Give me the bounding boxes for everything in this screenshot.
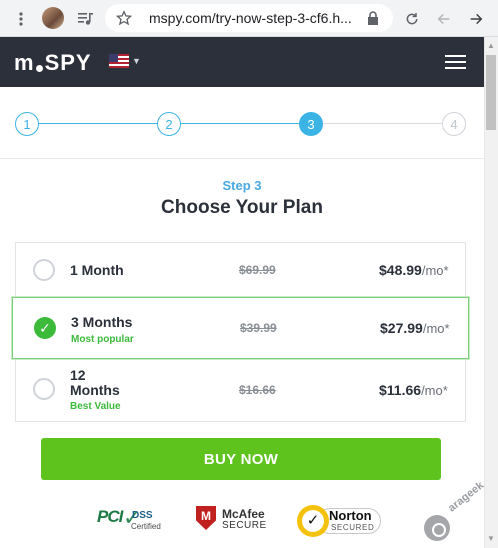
buy-now-button[interactable]: BUY NOW	[41, 438, 441, 480]
lock-icon[interactable]	[365, 10, 381, 26]
logo-text: SPY	[44, 50, 92, 75]
page-title: Choose Your Plan	[161, 197, 323, 218]
scrollbar-thumb[interactable]	[486, 55, 496, 130]
price-value: $11.66	[379, 382, 422, 398]
plan-name: 12 Months	[70, 368, 120, 398]
media-control-icon[interactable]	[73, 6, 99, 32]
plan-badge-most-popular: Most popular	[71, 334, 134, 345]
back-icon[interactable]	[431, 6, 457, 32]
avatar[interactable]	[42, 7, 64, 29]
price-unit: /mo*	[422, 321, 450, 336]
scroll-down-icon[interactable]: ▼	[487, 534, 495, 543]
mspy-logo[interactable]: m SPY	[14, 50, 92, 76]
old-price: $39.99	[240, 321, 277, 335]
watermark-text: arageek	[446, 479, 487, 515]
logo-dot	[35, 64, 43, 72]
plan-badge-best-value: Best Value	[70, 401, 121, 412]
star-icon[interactable]	[111, 5, 137, 31]
plan-name: 3 Months	[71, 314, 133, 330]
progress-stepper: 1 2 3 4	[0, 87, 484, 159]
plan-option-1-month[interactable]: 1 Month $69.99 $48.99/mo*	[15, 243, 466, 297]
step-connector	[323, 123, 442, 124]
watermark-logo-icon	[424, 515, 450, 541]
step-connector	[39, 123, 157, 124]
mcafee-shield-icon: M	[196, 506, 216, 530]
mcafee-brand: McAfee	[222, 507, 265, 521]
reload-icon[interactable]	[399, 6, 425, 32]
norton-secured-badge: ✓ Norton SECURED	[297, 505, 385, 537]
radio-button[interactable]	[33, 378, 55, 400]
step-1[interactable]: 1	[15, 112, 39, 136]
price-value: $48.99	[379, 262, 422, 278]
dss-text: DSS	[132, 510, 153, 521]
step-4: 4	[442, 112, 466, 136]
plan-name: 1 Month	[70, 262, 124, 278]
site-header: m SPY ▼	[0, 37, 484, 87]
price-unit: /mo*	[421, 383, 448, 398]
norton-check-icon: ✓	[297, 505, 329, 537]
hamburger-icon[interactable]	[445, 55, 466, 69]
logo-mark: m	[14, 50, 35, 75]
mcafee-secure-badge: M McAfee SECURE	[196, 506, 271, 534]
mcafee-secure-text: SECURE	[222, 520, 267, 531]
us-flag-icon[interactable]	[109, 54, 129, 68]
norton-secured-text: SECURED	[331, 523, 375, 532]
old-price: $69.99	[239, 263, 276, 277]
check-icon[interactable]: ✓	[34, 317, 56, 339]
plan-option-12-months[interactable]: 12 Months Best Value $16.66 $11.66/mo*	[15, 360, 466, 421]
step-3[interactable]: 3	[299, 112, 323, 136]
step-label: Step 3	[222, 178, 262, 193]
plan-name-line1: 12	[70, 367, 86, 383]
step-connector	[181, 123, 299, 124]
plan-name-line2: Months	[70, 382, 120, 398]
more-vert-icon[interactable]	[8, 6, 34, 32]
forward-icon[interactable]	[463, 6, 489, 32]
plan-option-3-months[interactable]: ✓ 3 Months Most popular $39.99 $27.99/mo…	[12, 297, 469, 359]
chevron-down-icon[interactable]: ▼	[132, 56, 141, 66]
price-unit: /mo*	[421, 263, 449, 278]
plan-price: $27.99/mo*	[380, 320, 450, 336]
plan-price: $11.66/mo*	[379, 382, 448, 398]
price-value: $27.99	[380, 320, 423, 336]
pci-dss-badge: PCI ✓ DSS Certified	[97, 505, 162, 535]
plan-price: $48.99/mo*	[379, 262, 449, 278]
norton-brand: Norton	[329, 508, 372, 523]
old-price: $16.66	[239, 383, 276, 397]
certified-text: Certified	[131, 522, 161, 531]
radio-button[interactable]	[33, 259, 55, 281]
browser-toolbar: mspy.com/try-now-step-3-cf6.h...	[0, 0, 498, 37]
url-text: mspy.com/try-now-step-3-cf6.h...	[149, 10, 352, 26]
scroll-up-icon[interactable]: ▲	[487, 41, 495, 50]
step-2[interactable]: 2	[157, 112, 181, 136]
address-bar[interactable]: mspy.com/try-now-step-3-cf6.h...	[105, 4, 393, 32]
pci-text: PCI	[97, 507, 123, 526]
